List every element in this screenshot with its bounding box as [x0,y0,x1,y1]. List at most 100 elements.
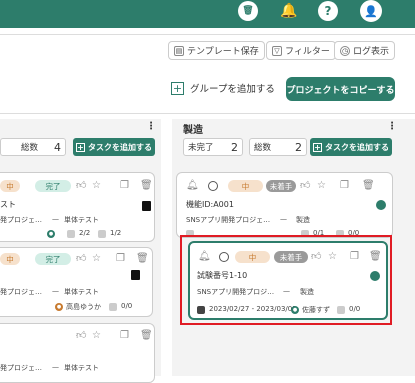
priority-badge: 中 [235,251,270,263]
copy-icon[interactable]: ❐ [120,330,129,342]
stat-label: 未完了 [188,143,214,153]
card-title: 試験番号1-10 [197,271,248,280]
log-icon: ◷ [340,45,350,56]
more-icon[interactable]: ⋮ [146,121,156,132]
card-project: 発プロジェ… [0,364,42,372]
priority-badge: 中 [0,253,20,265]
help-label: ? [324,4,332,18]
status-badge: 未着手 [266,180,296,192]
column-title: 製造 [183,125,203,136]
status-text: 完了 [45,254,61,264]
card-phase: 製造 [296,216,310,224]
log-view-label: ログ表示 [353,47,390,57]
total-stat: 総数 2 [249,138,307,156]
card-assignee: 高島ゆうか [66,303,101,311]
lock-icon [142,201,151,211]
user-icon: ● [291,306,299,314]
comment-icon [98,230,106,238]
card-title: 機能ID:A001 [186,200,234,209]
globe-icon [370,271,380,281]
bell-icon[interactable]: 🔔︎ [198,251,211,263]
delete-icon[interactable]: 🗑︎ [140,330,153,342]
separator: — [280,215,287,223]
stat-label: 総数 [21,143,39,153]
incomplete-stat: 未完了 2 [183,138,243,156]
separator: — [52,215,59,223]
log-view-button[interactable]: ◷ ログ表示 [334,41,396,60]
trash-icon[interactable]: 🗑 [238,1,258,21]
status-text: 完了 [45,181,61,191]
card-dates: 2023/02/27 - 2023/03/03 [209,305,297,313]
copy-project-button[interactable]: プロジェクトをコピーする [286,77,395,101]
lock-icon [131,270,140,280]
add-group-label: グループを追加する [190,84,275,95]
copy-icon[interactable]: ❐ [120,180,129,192]
filter-icon: ▽ [272,45,282,56]
filter-button[interactable]: ▽ フィルター [266,41,336,60]
copy-icon[interactable]: ❐ [350,251,359,263]
card-assignee: 佐藤すず [302,306,330,314]
template-icon: ▤ [174,45,184,56]
avatar: ● [55,303,63,311]
template-save-label: テンプレート保存 [187,47,259,57]
complete-toggle[interactable] [219,252,229,262]
separator: — [52,363,59,371]
card-phase: 単体テスト [64,288,99,296]
status-badge: 未着手 [274,251,308,263]
more-icon[interactable]: ⋮ [387,121,397,132]
calendar-icon [197,306,205,314]
status-text: 未着手 [279,252,303,262]
right-add-task-button[interactable]: + タスクを追加する [310,138,392,156]
card-phase: 製造 [300,288,314,296]
status-badge: 完了 [35,253,71,265]
card-project: SNSアプリ開発プロジ… [197,288,275,296]
thumbs-up-icon[interactable]: 👍︎ [300,180,310,192]
card-project: 発プロジェ… [0,288,42,296]
divider [0,113,415,114]
complete-toggle[interactable] [208,181,218,191]
copy-project-label: プロジェクトをコピーする [286,85,395,96]
card-project: SNSアプリ開発プロジェ… [186,216,271,224]
copy-icon[interactable]: ❐ [116,253,125,265]
status-text: 未着手 [269,181,293,191]
avatar-glyph: 👤 [364,4,378,18]
help-icon[interactable]: ? [318,1,338,21]
thumbs-up-icon[interactable]: 👍︎ [311,251,321,263]
delete-icon[interactable]: 🗑︎ [369,251,382,263]
thumbs-up-icon[interactable]: 👍︎ [76,330,86,342]
star-icon[interactable]: ☆ [92,330,101,342]
card-project: 発プロジェ… [0,216,42,224]
bell-icon[interactable]: 🔔︎ [186,180,199,192]
priority-text: 中 [6,254,14,264]
left-add-task-button[interactable]: + タスクを追加する [73,138,155,156]
comment-ratio: 0/0 [349,305,361,313]
priority-text: 中 [241,181,250,191]
star-icon[interactable]: ☆ [328,251,337,263]
subtask-ratio: 2/2 [79,229,91,237]
thumbs-up-icon[interactable]: 👍︎ [76,253,86,265]
priority-badge: 中 [0,180,20,192]
status-badge: 完了 [35,180,71,192]
stat-label: 総数 [254,143,272,153]
top-bar [0,0,415,28]
star-icon[interactable]: ☆ [92,253,101,265]
star-icon[interactable]: ☆ [92,180,101,192]
divider [0,34,415,35]
delete-icon[interactable]: 🗑︎ [136,253,149,265]
avatar[interactable]: 👤 [360,0,382,22]
card-title: スト [0,200,16,209]
add-group-button[interactable]: + グループを追加する [171,81,275,95]
subtask-icon [67,230,75,238]
comment-ratio: 0/0 [121,302,133,310]
delete-icon[interactable]: 🗑︎ [140,180,153,192]
thumbs-up-icon[interactable]: 👍︎ [76,180,86,192]
comment-icon [337,306,345,314]
bell-glyph: 🔔 [280,3,298,19]
star-icon[interactable]: ☆ [317,180,326,192]
bell-icon[interactable]: 🔔 [278,0,300,22]
plus-icon: + [313,142,322,152]
template-save-button[interactable]: ▤ テンプレート保存 [168,41,265,60]
copy-icon[interactable]: ❐ [340,180,349,192]
delete-icon[interactable]: 🗑︎ [362,180,375,192]
comment-icon [109,303,117,311]
